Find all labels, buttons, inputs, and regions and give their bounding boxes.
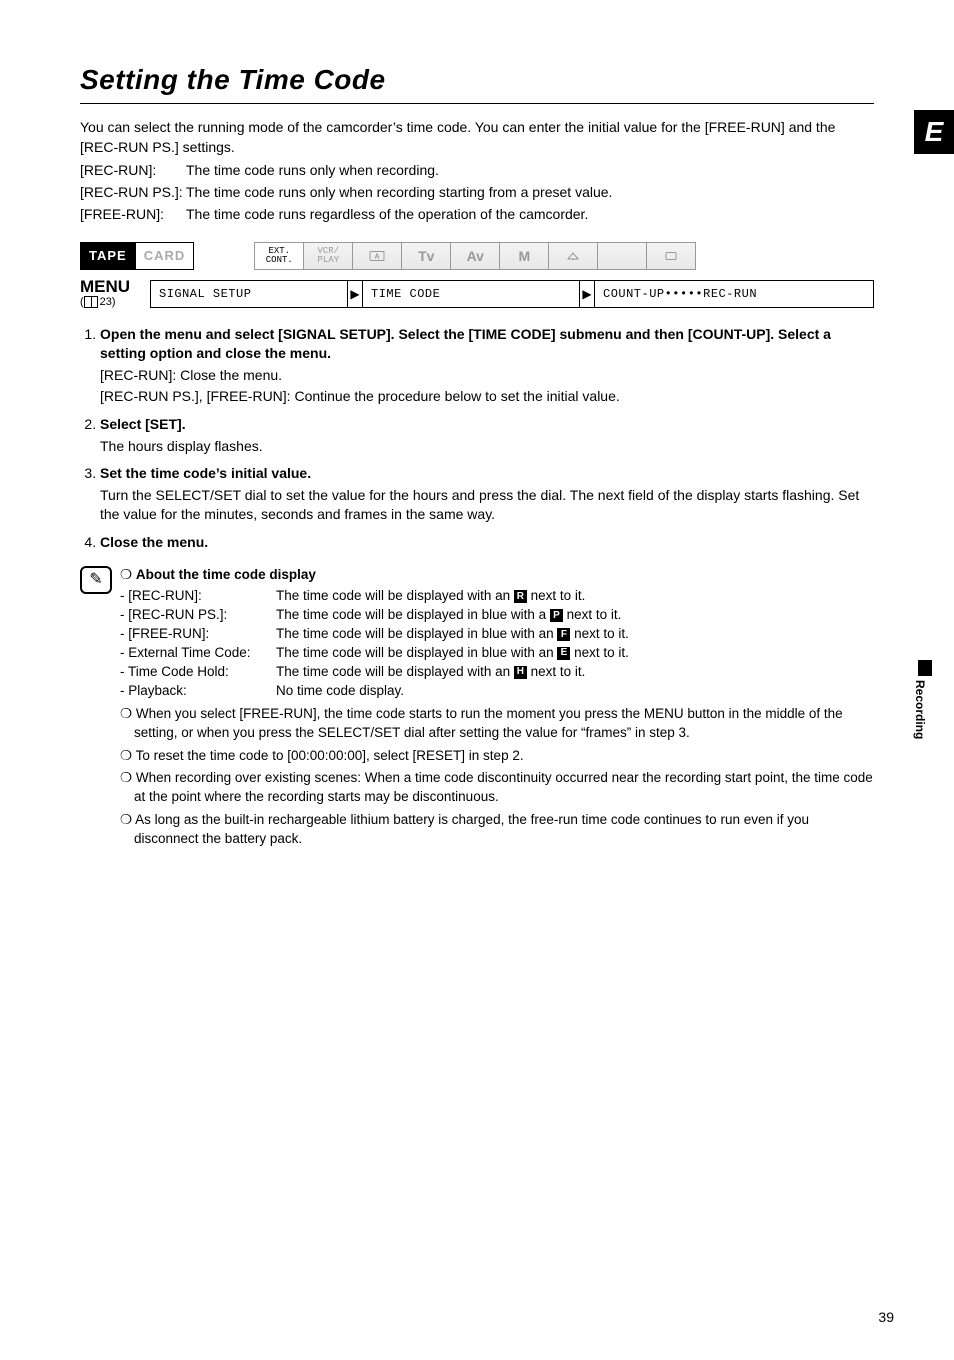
notes-heading: About the time code display xyxy=(136,567,316,582)
step-3-title: Set the time code’s initial value. xyxy=(100,464,874,484)
note-val-freerun: The time code will be displayed in blue … xyxy=(276,625,629,644)
mode-card: CARD xyxy=(135,242,195,270)
note-key-recrunps: - [REC-RUN PS.]: xyxy=(120,606,276,625)
mode-spotlight-icon xyxy=(549,242,598,270)
menu-path: SIGNAL SETUP ▶ TIME CODE ▶ COUNT-UP•••••… xyxy=(150,280,874,308)
mode-row: TAPE CARD EXT. CONT. VCR/ PLAY A Tv Av M xyxy=(80,242,874,270)
page-number: 39 xyxy=(878,1308,894,1328)
note-key-freerun: - [FREE-RUN]: xyxy=(120,625,276,644)
badge-f-icon: F xyxy=(557,628,570,641)
title-rule xyxy=(80,103,874,104)
intro-key-recrunps: [REC-RUN PS.]: xyxy=(80,183,186,203)
step-4-title: Close the menu. xyxy=(100,533,874,553)
badge-r-icon: R xyxy=(514,590,527,603)
intro-val-freerun: The time code runs regardless of the ope… xyxy=(186,205,874,225)
book-icon xyxy=(84,296,98,308)
step-1-body-b: [REC-RUN PS.], [FREE-RUN]: Continue the … xyxy=(100,387,874,407)
note-key-hold: - Time Code Hold: xyxy=(120,663,276,682)
badge-h-icon: H xyxy=(514,666,527,679)
mode-tape: TAPE xyxy=(80,242,135,270)
step-3: Set the time code’s initial value. Turn … xyxy=(100,464,874,525)
note-bullet-3: ❍ When recording over existing scenes: W… xyxy=(120,769,874,807)
intro-val-recrun: The time code runs only when recording. xyxy=(186,161,874,181)
note-key-external: - External Time Code: xyxy=(120,644,276,663)
mode-a-icon: A xyxy=(353,242,402,270)
intro-val-recrunps: The time code runs only when recording s… xyxy=(186,183,874,203)
menu-page-ref: (23) xyxy=(80,295,150,310)
note-val-recrunps: The time code will be displayed in blue … xyxy=(276,606,621,625)
step-3-body: Turn the SELECT/SET dial to set the valu… xyxy=(100,486,874,525)
step-1-body-a: [REC-RUN]: Close the menu. xyxy=(100,366,874,386)
note-key-playback: - Playback: xyxy=(120,682,276,701)
intro-key-recrun: [REC-RUN]: xyxy=(80,161,186,181)
mode-night-icon xyxy=(598,242,647,270)
badge-p-icon: P xyxy=(550,609,563,622)
note-bullet-4: ❍ As long as the built-in rechargeable l… xyxy=(120,811,874,849)
mode-m-icon: M xyxy=(500,242,549,270)
note-bullet-1: ❍ When you select [FREE-RUN], the time c… xyxy=(120,705,874,743)
intro-paragraph: You can select the running mode of the c… xyxy=(80,118,874,157)
note-val-hold: The time code will be displayed with an … xyxy=(276,663,585,682)
note-val-playback: No time code display. xyxy=(276,682,404,701)
mode-vcr-play: VCR/ PLAY xyxy=(304,242,353,270)
notes-timecode-list: - [REC-RUN]:The time code will be displa… xyxy=(120,587,874,700)
intro-key-freerun: [FREE-RUN]: xyxy=(80,205,186,225)
mode-av-icon: Av xyxy=(451,242,500,270)
note-bullet-2: ❍ To reset the time code to [00:00:00:00… xyxy=(120,747,874,766)
mode-ext-cont: EXT. CONT. xyxy=(254,242,304,270)
step-1: Open the menu and select [SIGNAL SETUP].… xyxy=(100,325,874,407)
steps-list: Open the menu and select [SIGNAL SETUP].… xyxy=(80,325,874,553)
menu-seg-count-up: COUNT-UP•••••REC-RUN xyxy=(595,286,765,303)
menu-seg-time-code: TIME CODE xyxy=(363,286,579,303)
note-icon: ✎ xyxy=(80,566,112,594)
note-key-recrun: - [REC-RUN]: xyxy=(120,587,276,606)
mode-tv-icon: Tv xyxy=(402,242,451,270)
note-val-external: The time code will be displayed in blue … xyxy=(276,644,629,663)
svg-text:A: A xyxy=(375,254,380,261)
step-1-title: Open the menu and select [SIGNAL SETUP].… xyxy=(100,325,874,364)
step-4: Close the menu. xyxy=(100,533,874,553)
arrow-icon: ▶ xyxy=(347,281,363,307)
note-val-recrun: The time code will be displayed with an … xyxy=(276,587,585,606)
arrow-icon: ▶ xyxy=(579,281,595,307)
bullet-glyph: ❍ xyxy=(120,567,132,582)
menu-seg-signal-setup: SIGNAL SETUP xyxy=(151,286,347,303)
menu-label: MENU xyxy=(80,278,150,295)
page-title: Setting the Time Code xyxy=(80,60,874,99)
mode-card-icon xyxy=(647,242,696,270)
step-2-body: The hours display flashes. xyxy=(100,437,874,457)
badge-e-icon: E xyxy=(557,647,570,660)
step-2: Select [SET]. The hours display flashes. xyxy=(100,415,874,456)
step-2-title: Select [SET]. xyxy=(100,415,874,435)
